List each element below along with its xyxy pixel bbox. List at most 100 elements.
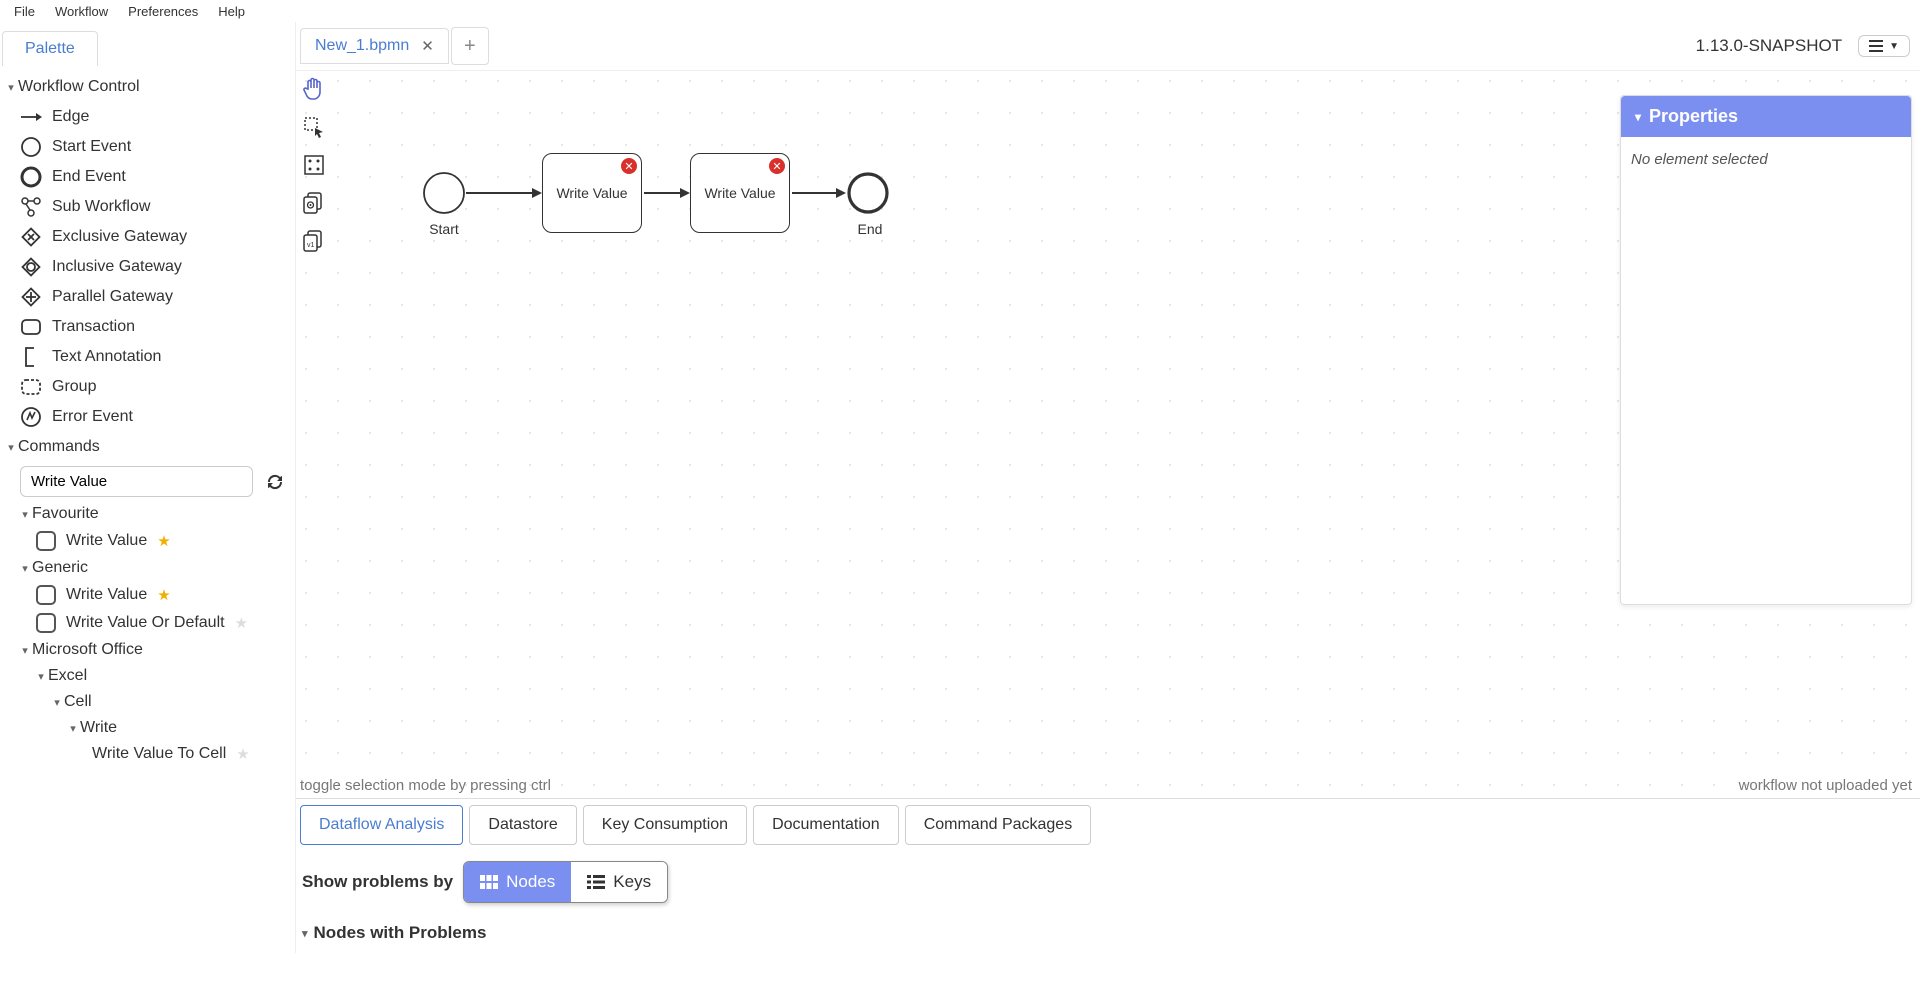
dashed-rect-icon xyxy=(20,376,42,398)
cmd-write-value-to-cell[interactable]: Write Value To Cell★ xyxy=(0,741,295,767)
properties-body: No element selected xyxy=(1621,137,1911,182)
tree-excel[interactable]: ▾Excel xyxy=(0,663,295,689)
start-label: Start xyxy=(414,221,474,237)
palette-text-annotation[interactable]: Text Annotation xyxy=(0,342,295,372)
commands-header[interactable]: ▾ Commands xyxy=(0,432,295,462)
rounded-rect-icon xyxy=(20,316,42,338)
hand-icon xyxy=(303,76,325,102)
bottom-tabs: Dataflow Analysis Datastore Key Consumpt… xyxy=(296,799,1920,851)
palette-group[interactable]: Group xyxy=(0,372,295,402)
star-empty-icon[interactable]: ★ xyxy=(235,614,248,632)
close-tab-button[interactable]: ✕ xyxy=(421,37,434,55)
error-event-icon xyxy=(20,406,42,428)
properties-panel: ▾ Properties No element selected xyxy=(1620,95,1912,605)
palette-transaction[interactable]: Transaction xyxy=(0,312,295,342)
task-node-1[interactable]: Write Value ✕ xyxy=(542,153,642,233)
command-filter-row xyxy=(0,462,295,501)
chevron-down-icon: ▾ xyxy=(302,927,308,940)
file-tab[interactable]: New_1.bpmn ✕ xyxy=(300,28,449,64)
toggle-keys[interactable]: Keys xyxy=(571,862,667,902)
lasso-select-icon xyxy=(303,116,325,138)
upload-status: workflow not uploaded yet xyxy=(1739,777,1912,794)
end-event-node[interactable] xyxy=(846,171,890,215)
command-filter-input[interactable] xyxy=(20,466,253,497)
problems-toggle: Nodes Keys xyxy=(463,861,668,903)
cmd-label: Write Value xyxy=(66,532,147,550)
tab-key-consumption[interactable]: Key Consumption xyxy=(583,805,747,845)
palette-parallel-gateway[interactable]: Parallel Gateway xyxy=(0,282,295,312)
edge-1[interactable] xyxy=(466,192,532,194)
new-tab-button[interactable]: + xyxy=(451,27,489,65)
menu-file[interactable]: File xyxy=(4,2,45,21)
circle-icon xyxy=(20,136,42,158)
palette-inclusive-gateway[interactable]: Inclusive Gateway xyxy=(0,252,295,282)
diamond-o-icon xyxy=(20,256,42,278)
favourite-header[interactable]: ▾ Favourite xyxy=(0,501,295,527)
cmd-write-value-or-default[interactable]: Write Value Or Default★ xyxy=(0,609,295,637)
fit-view-icon xyxy=(303,154,325,176)
edge-2[interactable] xyxy=(644,192,680,194)
palette-item-label: Edge xyxy=(52,108,89,126)
copy-tool[interactable] xyxy=(300,189,328,217)
select-tool[interactable] xyxy=(300,113,328,141)
palette-edge[interactable]: Edge xyxy=(0,102,295,132)
properties-header[interactable]: ▾ Properties xyxy=(1621,96,1911,137)
palette-item-label: End Event xyxy=(52,168,126,186)
toggle-nodes[interactable]: Nodes xyxy=(464,862,571,902)
tab-dataflow-analysis[interactable]: Dataflow Analysis xyxy=(300,805,463,845)
error-badge-icon[interactable]: ✕ xyxy=(769,158,785,174)
canvas-hint: toggle selection mode by pressing ctrl xyxy=(300,777,551,794)
palette-item-label: Error Event xyxy=(52,408,133,426)
tab-row: New_1.bpmn ✕ + 1.13.0-SNAPSHOT ▼ xyxy=(296,22,1920,70)
tab-command-packages[interactable]: Command Packages xyxy=(905,805,1092,845)
list-icon xyxy=(587,875,605,889)
grid-icon xyxy=(480,875,498,889)
palette-error-event[interactable]: Error Event xyxy=(0,402,295,432)
generic-header[interactable]: ▾ Generic xyxy=(0,555,295,581)
fit-tool[interactable] xyxy=(300,151,328,179)
tree-cell[interactable]: ▾Cell xyxy=(0,689,295,715)
refresh-button[interactable] xyxy=(263,470,287,494)
toggle-label: Nodes xyxy=(506,872,555,892)
palette-item-label: Transaction xyxy=(52,318,135,336)
palette-start-event[interactable]: Start Event xyxy=(0,132,295,162)
task-box-icon xyxy=(36,613,56,633)
hamburger-icon xyxy=(1869,40,1883,52)
palette-exclusive-gateway[interactable]: Exclusive Gateway xyxy=(0,222,295,252)
workflow-control-header[interactable]: ▾ Workflow Control xyxy=(0,72,295,102)
paste-tool[interactable]: v1 xyxy=(300,227,328,255)
tree-write[interactable]: ▾Write xyxy=(0,715,295,741)
canvas[interactable]: v1 Start Write Value ✕ Write Value ✕ End xyxy=(296,70,1920,798)
tree-label: Excel xyxy=(48,667,87,685)
chevron-down-icon: ▾ xyxy=(50,696,64,709)
office-header[interactable]: ▾ Microsoft Office xyxy=(0,637,295,663)
menu-workflow[interactable]: Workflow xyxy=(45,2,118,21)
chevron-down-icon: ▾ xyxy=(34,670,48,683)
commands-title: Commands xyxy=(18,438,100,456)
nodes-with-problems-header[interactable]: ▾ Nodes with Problems xyxy=(296,913,1920,953)
pan-tool[interactable] xyxy=(300,75,328,103)
menu-preferences[interactable]: Preferences xyxy=(118,2,208,21)
chevron-down-icon: ▾ xyxy=(1635,110,1641,124)
group-title: Generic xyxy=(32,559,88,577)
edge-3[interactable] xyxy=(792,192,836,194)
palette-end-event[interactable]: End Event xyxy=(0,162,295,192)
star-icon[interactable]: ★ xyxy=(157,532,170,550)
cmd-write-value-fav[interactable]: Write Value ★ xyxy=(0,527,295,555)
tab-datastore[interactable]: Datastore xyxy=(469,805,576,845)
circle-bold-icon xyxy=(20,166,42,188)
cmd-write-value[interactable]: Write Value★ xyxy=(0,581,295,609)
tab-documentation[interactable]: Documentation xyxy=(753,805,899,845)
star-empty-icon[interactable]: ★ xyxy=(236,745,249,763)
task-label: Write Value xyxy=(704,185,775,201)
file-tab-label: New_1.bpmn xyxy=(315,37,409,55)
start-event-node[interactable] xyxy=(422,171,466,215)
menu-help[interactable]: Help xyxy=(208,2,255,21)
palette-tab[interactable]: Palette xyxy=(2,31,98,66)
palette-sub-workflow[interactable]: Sub Workflow xyxy=(0,192,295,222)
menu-button[interactable]: ▼ xyxy=(1858,35,1910,57)
star-icon[interactable]: ★ xyxy=(157,586,170,604)
show-problems-by-label: Show problems by xyxy=(302,872,453,892)
task-node-2[interactable]: Write Value ✕ xyxy=(690,153,790,233)
error-badge-icon[interactable]: ✕ xyxy=(621,158,637,174)
